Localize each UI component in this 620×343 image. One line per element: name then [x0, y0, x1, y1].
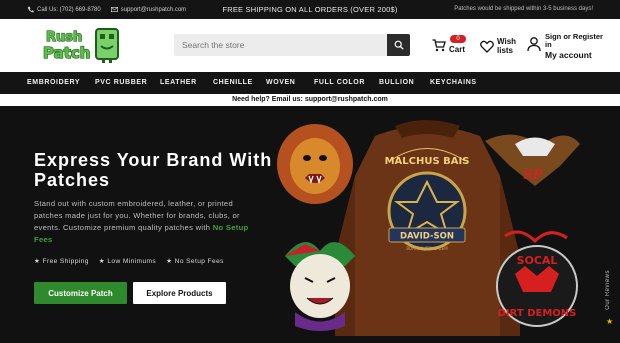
search-bar: [174, 34, 410, 56]
help-bar: Need help? Email us: support@rushpatch.c…: [0, 94, 620, 106]
lion-patch-image: [277, 124, 353, 204]
search-input[interactable]: [182, 40, 382, 50]
logo[interactable]: Rush Patch: [42, 26, 124, 64]
signin-label[interactable]: Sign or Register in: [545, 33, 603, 49]
cart-button[interactable]: 0 Cart: [432, 35, 466, 54]
nav-item-keychains[interactable]: KEYCHAINS: [430, 79, 477, 86]
reviews-tab-label: Our Reviews: [605, 270, 611, 310]
patch-socal-text: SOCAL: [517, 254, 558, 267]
nav-item-chenille[interactable]: CHENILLE: [213, 79, 253, 86]
wishlist-button[interactable]: Wish lists: [480, 37, 516, 55]
hero-patches-illustration: MALCHUS BAIS DAVID-SON BORN IN JERUSALEM…: [277, 120, 580, 336]
nav-item-leather[interactable]: LEATHER: [160, 79, 197, 86]
wishlist-label-line-1: Wish: [497, 37, 517, 46]
my-account-label[interactable]: My account: [545, 51, 603, 60]
heart-icon: [480, 40, 494, 53]
cart-icon: [432, 39, 446, 52]
leather-jacket-image: MALCHUS BAIS DAVID-SON BORN IN JERUSALEM: [335, 120, 520, 336]
svg-text:Rush: Rush: [46, 30, 82, 45]
user-icon: [527, 37, 541, 52]
nav-item-pvc-rubber[interactable]: PVC RUBBER: [95, 79, 147, 86]
top-bar: Call Us: (702) 669-8780 support@rushpatc…: [0, 0, 620, 19]
wishlist-label-line-2: lists: [497, 46, 514, 55]
feature-low-minimums: ★ Low Minimums: [98, 258, 157, 265]
header: Rush Patch 0 Cart Wishlists Sign or Regi…: [0, 19, 620, 71]
account-button[interactable]: Sign or Register in My account: [527, 33, 603, 59]
jester-patch-image: [285, 242, 355, 331]
hero-features: ★ Free Shipping ★ Low Minimums ★ No Setu…: [34, 257, 224, 265]
hero-title: Express Your Brand With Patches: [34, 150, 273, 190]
main-nav: EMBROIDERY PVC RUBBER LEATHER CHENILLE W…: [0, 72, 620, 94]
nav-item-full-color[interactable]: FULL COLOR: [314, 79, 365, 86]
patch-david-sub-text: BORN IN JERUSALEM: [406, 246, 448, 251]
patch-sp-text: SP: [523, 168, 543, 183]
svg-text:Patch: Patch: [43, 44, 90, 62]
hero-desc-text: Stand out with custom embroidered, leath…: [34, 199, 240, 232]
patch-malchus-text: MALCHUS BAIS: [385, 156, 470, 167]
cart-label: Cart: [449, 45, 466, 54]
nav-item-bullion[interactable]: BULLION: [379, 79, 414, 86]
nav-item-woven[interactable]: WOVEN: [266, 79, 295, 86]
patch-dirt-demons-text: DIRT DEMONS: [498, 308, 577, 319]
search-button[interactable]: [387, 34, 410, 56]
shipping-notice: Patches would be shipped within 3-5 busi…: [454, 6, 593, 12]
nav-item-embroidery[interactable]: EMBROIDERY: [27, 79, 80, 86]
rush-patch-logo: Rush Patch: [42, 28, 119, 63]
feature-no-setup-fees: ★ No Setup Fees: [166, 258, 224, 265]
customize-patch-button[interactable]: Customize Patch: [34, 282, 127, 304]
patch-david-text: DAVID-SON: [400, 232, 454, 242]
search-icon: [394, 40, 404, 50]
feature-free-shipping: ★ Free Shipping: [34, 258, 89, 265]
star-icon: ★: [606, 317, 614, 326]
explore-products-button[interactable]: Explore Products: [133, 282, 226, 304]
hero-description: Stand out with custom embroidered, leath…: [34, 198, 256, 246]
cart-count-badge: 0: [450, 35, 466, 43]
wishlist-label: Wish lists: [497, 37, 516, 55]
reviews-tab[interactable]: Our Reviews ★: [604, 268, 616, 326]
hero-banner: Express Your Brand With Patches Stand ou…: [0, 106, 620, 343]
